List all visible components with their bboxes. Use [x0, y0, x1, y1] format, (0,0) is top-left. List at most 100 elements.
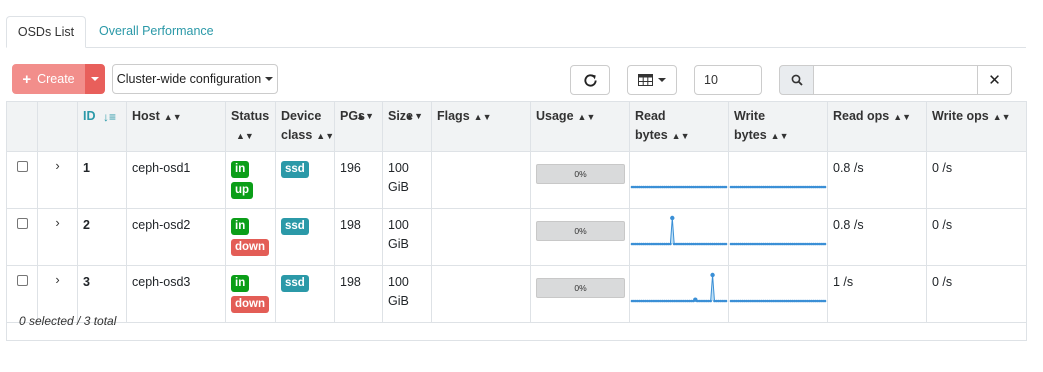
expand-header — [37, 101, 78, 152]
osd-host: ceph-osd1 — [132, 161, 191, 175]
create-button[interactable]: + Create — [12, 64, 85, 94]
osd-write-ops: 0 /s — [932, 218, 953, 232]
osd-host: ceph-osd2 — [132, 218, 191, 232]
osd-pgs: 196 — [340, 161, 361, 175]
osd-id: 2 — [83, 218, 90, 232]
page-size-input[interactable]: 10 — [694, 65, 762, 95]
sparkline-line — [632, 217, 726, 245]
read-bytes-sparkline — [630, 185, 728, 189]
column-label: ID — [83, 109, 96, 123]
column-label: Host — [132, 109, 160, 123]
column-header-device-class[interactable]: Device class ▲▼ — [275, 101, 335, 152]
chevron-right-icon[interactable]: › — [38, 152, 77, 173]
column-header-flags[interactable]: Flags ▲▼ — [431, 101, 531, 152]
sort-icon: ▲▼ — [163, 112, 182, 122]
usage-bar: 0% — [536, 221, 625, 241]
osd-size: 100 GiB — [388, 218, 409, 251]
table-row[interactable]: › 2 ceph-osd2 in down ssd 198 100 GiB 0% … — [6, 208, 1027, 266]
chevron-right-icon[interactable]: › — [38, 209, 77, 230]
usage-bar: 0% — [536, 164, 625, 184]
status-badge-up: up — [231, 182, 254, 199]
osd-pgs: 198 — [340, 275, 361, 289]
osd-size: 100 GiB — [388, 161, 409, 194]
chevron-down-icon — [265, 77, 274, 81]
sparkline-point — [670, 215, 675, 221]
sparkline-point — [724, 242, 728, 246]
osds-table: ID ↓≡ Host ▲▼ Status ▲▼ Device class ▲▼ PGs ▲… — [6, 101, 1027, 323]
refresh-icon — [583, 73, 597, 87]
clear-search-button[interactable]: ✕ — [977, 65, 1012, 95]
column-header-id[interactable]: ID ↓≡ — [77, 101, 127, 152]
close-icon: ✕ — [988, 72, 1001, 89]
sort-icon: ▲▼ — [992, 112, 1011, 122]
column-label: Read ops — [833, 109, 890, 123]
row-checkbox[interactable] — [17, 218, 28, 229]
osd-read-ops: 0.8 /s — [833, 218, 864, 232]
write-bytes-sparkline — [729, 242, 827, 246]
status-badge-in: in — [231, 275, 250, 292]
column-header-pgs[interactable]: PGs ▲▼ — [334, 101, 383, 152]
device-class-badge: ssd — [281, 161, 309, 178]
tab-bar: OSDs List Overall Performance — [6, 16, 1026, 48]
column-header-status[interactable]: Status ▲▼ — [225, 101, 276, 152]
status-badge-down: down — [231, 239, 270, 256]
read-bytes-sparkline — [630, 215, 728, 246]
sparkline-point — [669, 242, 672, 246]
cluster-config-dropdown[interactable]: Cluster-wide configuration — [112, 64, 278, 94]
device-class-badge: ssd — [281, 275, 309, 292]
column-header-host[interactable]: Host ▲▼ — [126, 101, 226, 152]
search-icon — [791, 74, 803, 86]
column-header-size[interactable]: Size ▲▼ — [382, 101, 432, 152]
osd-write-ops: 0 /s — [932, 161, 953, 175]
refresh-button[interactable] — [570, 65, 610, 95]
table-footer-summary: 0 selected / 3 total — [6, 302, 1027, 341]
osd-read-ops: 0.8 /s — [833, 161, 864, 175]
write-bytes-sparkline — [729, 185, 827, 189]
chevron-down-icon — [91, 77, 99, 81]
column-header-write-bytes[interactable]: Write bytes ▲▼ — [728, 101, 828, 152]
row-checkbox[interactable] — [17, 275, 28, 286]
column-header-read-ops[interactable]: Read ops ▲▼ — [827, 101, 927, 152]
sort-icon: ▲▼ — [405, 111, 423, 121]
plus-icon: + — [22, 70, 32, 88]
sort-icon: ▲▼ — [671, 131, 690, 141]
sparkline-point — [823, 185, 827, 189]
osd-id: 3 — [83, 275, 90, 289]
osd-write-ops: 0 /s — [932, 275, 953, 289]
column-label: Flags — [437, 109, 470, 123]
osd-flags — [432, 209, 530, 223]
osd-pgs: 198 — [340, 218, 361, 232]
sort-icon: ▲▼ — [236, 131, 254, 141]
write-bytes-sparkline — [729, 299, 827, 303]
table-row[interactable]: › 1 ceph-osd1 in up ssd 196 100 GiB 0% 0.… — [6, 151, 1027, 209]
create-dropdown-toggle[interactable] — [85, 64, 105, 94]
usage-bar: 0% — [536, 278, 625, 298]
chevron-right-icon[interactable]: › — [38, 266, 77, 287]
osd-read-ops: 1 /s — [833, 275, 854, 289]
search-icon-addon — [779, 65, 814, 95]
tab-osds-list[interactable]: OSDs List — [6, 16, 86, 48]
sort-icon: ▲▼ — [770, 131, 789, 141]
sort-icon: ▲▼ — [316, 131, 335, 141]
sparkline-point — [724, 185, 728, 189]
sparkline-point — [710, 272, 715, 278]
column-header-usage[interactable]: Usage ▲▼ — [530, 101, 630, 152]
table-columns-button[interactable] — [627, 65, 677, 95]
row-checkbox[interactable] — [17, 161, 28, 172]
sort-icon: ▲▼ — [577, 112, 596, 122]
column-header-read-bytes[interactable]: Read bytes ▲▼ — [629, 101, 729, 152]
osd-host: ceph-osd3 — [132, 275, 191, 289]
column-label: Status — [231, 109, 270, 123]
create-button-label: Create — [37, 72, 75, 86]
osd-flags — [432, 266, 530, 280]
tab-overall-performance[interactable]: Overall Performance — [86, 16, 227, 48]
search-input[interactable] — [813, 65, 978, 95]
column-header-write-ops[interactable]: Write ops ▲▼ — [926, 101, 1027, 152]
device-class-badge: ssd — [281, 218, 309, 235]
column-label: Write bytes — [734, 109, 767, 142]
sort-ascending-icon: ↓≡ — [102, 110, 116, 124]
status-badge-in: in — [231, 161, 250, 178]
chevron-down-icon — [658, 78, 666, 82]
table-columns-icon — [638, 74, 653, 86]
sparkline-point — [823, 242, 827, 246]
